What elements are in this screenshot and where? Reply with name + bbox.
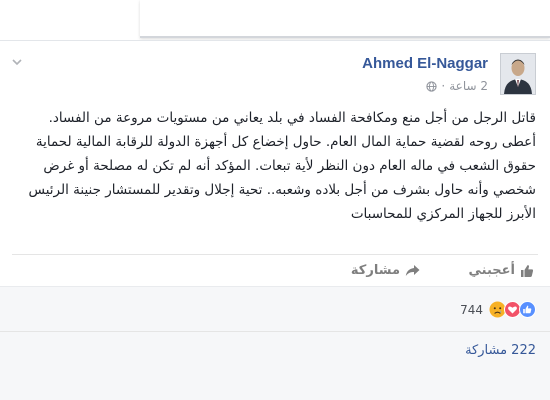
thumbs-up-icon — [521, 264, 534, 277]
like-label: أعجبني — [468, 263, 515, 278]
share-arrow-icon — [405, 265, 420, 276]
globe-icon — [426, 80, 438, 92]
actions-divider — [12, 254, 538, 255]
post-meta: 2 ساعة · — [426, 79, 488, 93]
post-time[interactable]: 2 ساعة — [449, 79, 488, 93]
top-panel-edge — [140, 0, 550, 38]
share-label: مشاركة — [350, 263, 400, 278]
post-stats: 744 222 مشاركة — [0, 286, 550, 400]
like-button[interactable]: أعجبني — [469, 263, 534, 278]
post-card: Ahmed El-Naggar 2 ساعة · قاتل الرجل من أ… — [0, 40, 550, 286]
page: Ahmed El-Naggar 2 ساعة · قاتل الرجل من أ… — [0, 0, 550, 400]
like-reaction-icon — [519, 301, 536, 318]
shares-count[interactable]: 222 مشاركة — [465, 343, 536, 358]
author-name[interactable]: Ahmed El-Naggar — [362, 55, 488, 72]
reactions-count: 744 — [460, 302, 483, 317]
share-button[interactable]: مشاركة — [351, 263, 420, 278]
post-text: قاتل الرجل من أجل منع ومكافحة الفساد في … — [28, 110, 536, 222]
avatar[interactable] — [500, 53, 536, 95]
chevron-down-icon[interactable] — [11, 56, 23, 68]
stats-divider — [0, 331, 550, 332]
reaction-icons — [489, 301, 536, 318]
reactions-summary[interactable]: 744 — [460, 301, 536, 318]
meta-separator: · — [441, 79, 446, 93]
